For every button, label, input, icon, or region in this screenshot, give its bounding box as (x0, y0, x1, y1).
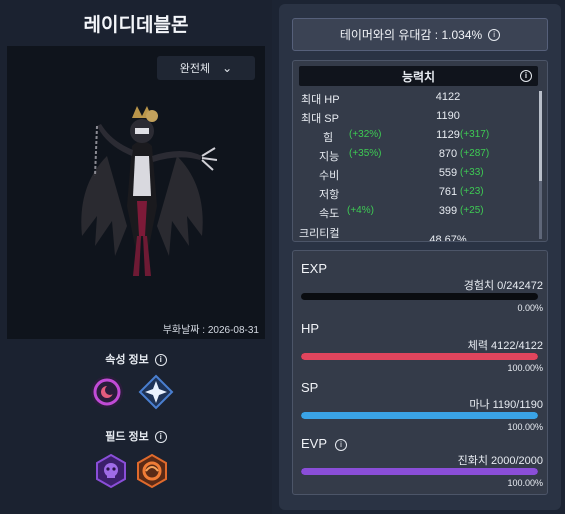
virus-attribute-icon[interactable] (89, 374, 125, 410)
stat-label: 최대 SP (301, 113, 339, 125)
gauge-track (301, 353, 538, 360)
stat-label: 수비 (319, 170, 340, 182)
field-info-section: 필드 정보 i (0, 428, 272, 444)
gauge-title: HP (301, 321, 320, 336)
affinity-banner: 테이머와의 유대감 : 1.034% i (292, 18, 548, 51)
info-icon[interactable]: i (488, 28, 501, 41)
gauge-track (301, 293, 538, 300)
affinity-label: 테이머와의 유대감 : 1.034% (339, 28, 483, 42)
stat-bonus: (+25) (460, 205, 484, 216)
gauge-title: EVP i (301, 436, 348, 451)
stat-row: 크리티컬 48.67% (293, 225, 543, 242)
stat-row: 최대 SP 1190 (293, 110, 543, 128)
gauge-detail: 마나 1190/1190 (469, 399, 543, 411)
gauge-title: SP (301, 380, 319, 395)
stat-row: 저항 761 (+23) (293, 186, 543, 204)
creature-name: 레이디데블몬 (83, 15, 189, 36)
stat-value: 48.67% (429, 234, 467, 242)
stat-percent: (+32%) (349, 129, 382, 140)
stat-bonus: (+33) (460, 167, 484, 178)
stat-label: 최대 HP (301, 94, 340, 106)
dark-area-field-icon[interactable] (93, 453, 129, 489)
stats-title: 능력치 (401, 69, 436, 84)
creature-figure-image (81, 106, 217, 276)
gauge-title-text: EVP (301, 436, 328, 451)
stats-panel[interactable]: 능력치 i 최대 HP 4122 최대 SP 1190 힘 (+32%) 112… (292, 60, 548, 242)
form-select[interactable]: 완전체 ⌄ (157, 56, 255, 80)
stat-bonus: (+23) (460, 186, 484, 197)
gauge-fill (301, 353, 538, 360)
sp-gauge: SP 마나 1190/1190 100.00% (293, 380, 549, 440)
info-icon[interactable]: i (520, 70, 532, 82)
gauge-detail: 경험치 0/242472 (463, 280, 543, 292)
chevron-down-icon: ⌄ (222, 61, 233, 75)
gauge-detail: 체력 4122/4122 (467, 340, 543, 352)
stats-column: 테이머와의 유대감 : 1.034% i 능력치 i 최대 HP 4122 최대… (279, 4, 561, 510)
gauge-track (301, 468, 538, 475)
hatch-date: 부화날짜 : 2026-08-31 (162, 325, 259, 336)
stats-header: 능력치 i (299, 66, 538, 86)
evp-gauge: EVP i 진화치 2000/2000 100.00% (293, 436, 549, 496)
stat-row: 수비 559 (+33) (293, 167, 543, 185)
stat-row: 속도 (+4%) 399 (+25) (293, 205, 543, 223)
stat-label: 힘 (323, 132, 334, 144)
info-icon[interactable]: i (335, 438, 348, 451)
gauge-fill (301, 412, 538, 419)
stat-row: 힘 (+32%) 1129 (+317) (293, 129, 543, 147)
gauge-track (301, 412, 538, 419)
gauge-percent: 0.00% (517, 303, 543, 313)
creature-panel: 레이디데블몬 완전체 ⌄ 부화날짜: 2026-08-31 속성 정보 i 필… (0, 0, 272, 514)
exp-gauge: EXP 경험치 0/242472 0.00% (293, 261, 549, 321)
stat-bonus: (+287) (460, 148, 490, 159)
gauge-title: EXP (301, 261, 328, 276)
stat-row: 최대 HP 4122 (293, 91, 543, 109)
gauges-panel: EXP 경험치 0/242472 0.00% HP 체력 4122/4122 1… (292, 250, 548, 495)
stat-value: 1190 (436, 110, 460, 122)
stat-bonus: (+317) (460, 129, 490, 140)
stats-scroll-thumb[interactable] (539, 91, 542, 181)
hp-gauge: HP 체력 4122/4122 100.00% (293, 321, 549, 381)
stat-row: 지능 (+35%) 870 (+287) (293, 148, 543, 166)
info-icon[interactable]: i (154, 354, 167, 367)
field-info-label: 필드 정보 (105, 431, 149, 443)
gauge-detail: 진화치 2000/2000 (457, 455, 543, 467)
metal-empire-field-icon[interactable] (134, 453, 170, 489)
stat-percent: (+35%) (349, 148, 382, 159)
stat-label: 속도 (319, 208, 340, 220)
gauge-percent: 100.00% (507, 363, 543, 373)
gauge-percent: 100.00% (507, 478, 543, 488)
light-element-icon[interactable] (138, 374, 174, 410)
gauge-fill (301, 468, 538, 475)
attribute-info-label: 속성 정보 (105, 354, 149, 366)
stat-percent: (+4%) (347, 205, 374, 216)
stat-value: 4122 (435, 91, 461, 103)
gauge-percent: 100.00% (507, 422, 543, 432)
form-select-label: 완전체 (179, 63, 211, 75)
info-icon[interactable]: i (154, 431, 167, 444)
creature-portrait: 완전체 ⌄ 부화날짜 : 2026-08-31 (7, 46, 265, 339)
stat-label: 지능 (319, 151, 340, 163)
attribute-info-section: 속성 정보 i (0, 351, 272, 367)
stat-label: 크리티컬 (299, 228, 340, 240)
stat-label: 저항 (319, 189, 340, 201)
